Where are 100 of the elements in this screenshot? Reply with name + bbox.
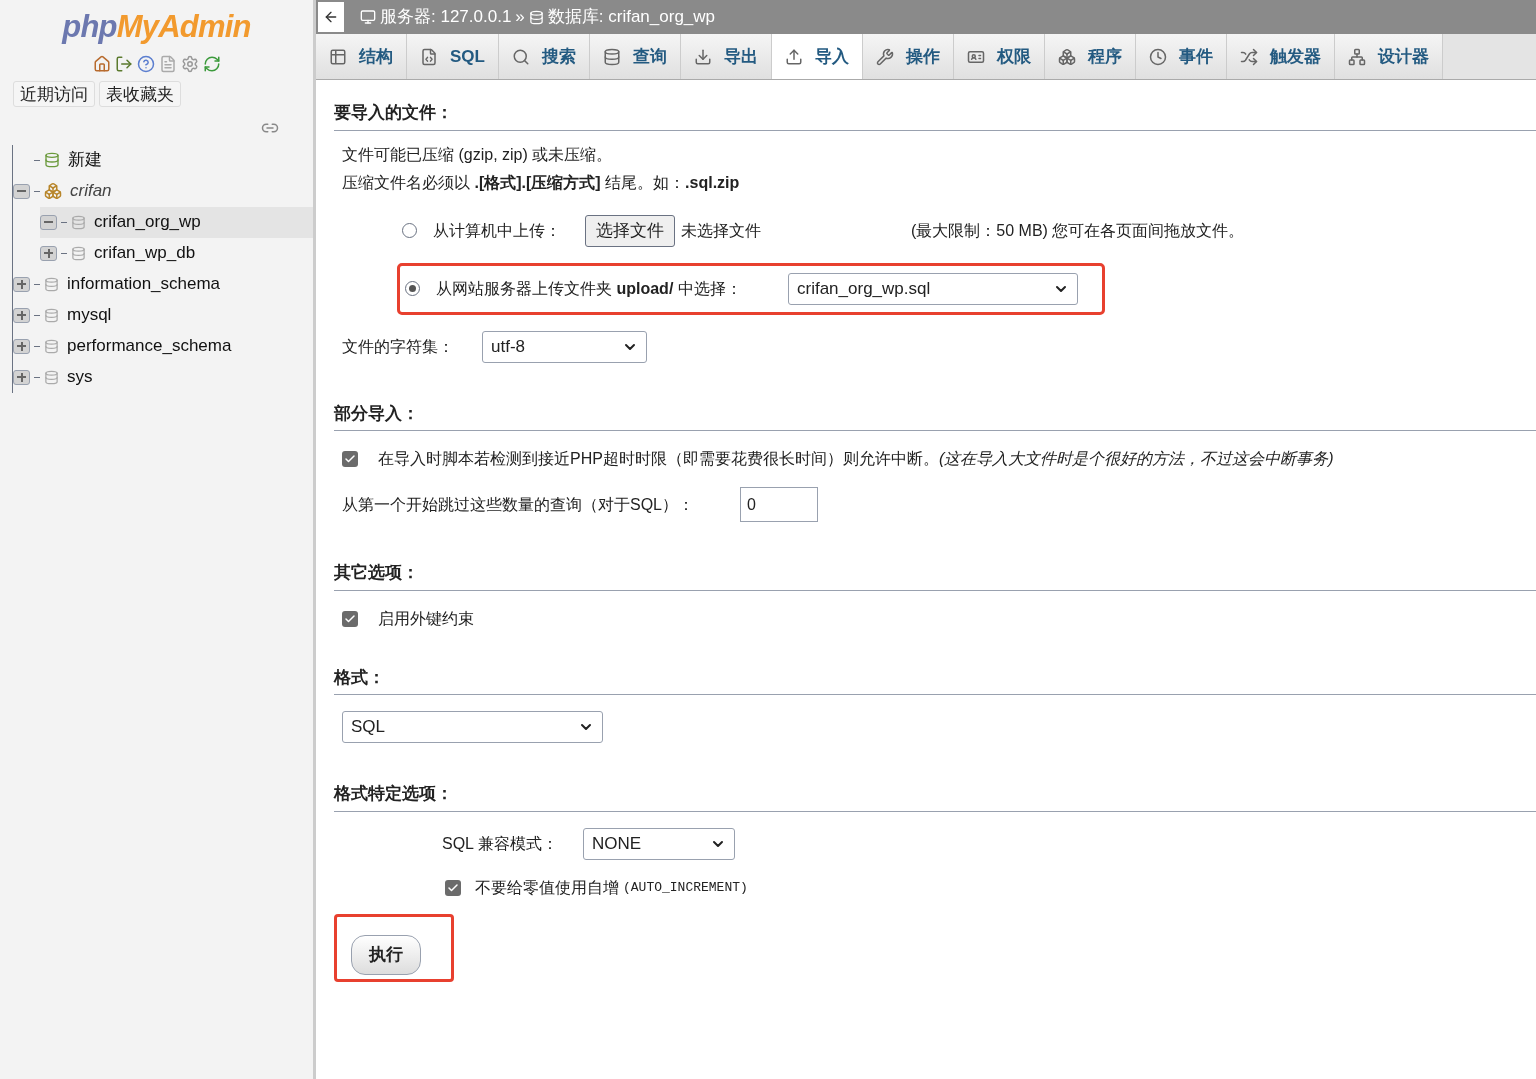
document-icon [420, 47, 438, 66]
back-button[interactable] [318, 2, 344, 32]
skip-count-field[interactable]: 0 [740, 487, 818, 522]
radio-button[interactable] [405, 281, 420, 296]
sidebar-button[interactable]: 表收藏夹 [99, 80, 181, 107]
diagram-icon [1347, 47, 1366, 66]
help-icon[interactable] [136, 54, 155, 73]
tab[interactable]: 查询 [589, 34, 681, 79]
checkbox[interactable] [342, 451, 358, 467]
note-text: 压缩文件名必须以 .[格式].[压缩方式] 结尾。如：.sql.zip [342, 172, 741, 193]
tree-label: mysql [67, 304, 112, 327]
compat-mode-select[interactable]: NONE [583, 827, 735, 860]
export-icon [693, 47, 712, 66]
tree-label: crifan_org_wp [94, 211, 201, 234]
code-text: (AUTO_INCREMENT) [623, 878, 748, 897]
database-icon [44, 307, 59, 323]
settings-icon[interactable] [180, 54, 199, 73]
arrow-left-icon [323, 9, 339, 25]
radio-label: 从计算机中上传： [433, 220, 561, 241]
tree-label: sys [67, 366, 93, 389]
file-status: 未选择文件 [681, 220, 761, 241]
collapse-icon[interactable] [40, 214, 57, 230]
choose-file-button[interactable]: 选择文件 [585, 214, 675, 247]
tab[interactable]: SQL [407, 34, 499, 79]
clock-icon [1148, 47, 1167, 66]
field-label: SQL 兼容模式： [442, 833, 559, 854]
tree-label: crifan [70, 180, 112, 203]
format-select[interactable]: SQL [342, 711, 603, 743]
tree-item[interactable]: performance_schema [13, 330, 313, 362]
cylinder-icon [602, 47, 621, 66]
section-title: 部分导入： [334, 403, 419, 423]
tree-item[interactable]: sys [13, 361, 313, 393]
check-icon [447, 881, 459, 894]
tab[interactable]: 导入 [771, 34, 863, 79]
radio-button[interactable] [402, 223, 417, 238]
note-text: 文件可能已压缩 (gzip, zip) 或未压缩。 [342, 144, 614, 165]
box-icon [44, 182, 62, 200]
section-title: 格式特定选项： [334, 784, 453, 803]
home-icon[interactable] [92, 54, 111, 73]
checkbox[interactable] [445, 879, 461, 896]
checkbox-label: 在导入时脚本若检测到接近PHP超时时限（即需要花费很长时间）则允许中断。(这在导入大文件时是个很好的方法，不过这会中断事务) [378, 449, 1334, 469]
import-icon [784, 47, 803, 66]
expand-icon[interactable] [13, 369, 30, 385]
section-title: 格式： [334, 667, 385, 687]
reload-icon[interactable] [202, 54, 221, 73]
checkbox-label: 启用外键约束 [378, 608, 474, 629]
size-limit-text: (最大限制：50 MB) 您可在各页面间拖放文件。 [911, 220, 1245, 241]
field-label: 文件的字符集： [342, 336, 455, 357]
radio-label: 从网站服务器上传文件夹 upload/ 中选择： [436, 278, 743, 299]
expand-icon[interactable] [40, 245, 57, 261]
checkbox-label: 不要给零值使用自增 [475, 877, 619, 898]
database-icon [71, 214, 86, 230]
database-icon [44, 276, 59, 292]
tree-label: information_schema [67, 273, 221, 296]
breadcrumb-separator: » [515, 6, 525, 29]
tab[interactable]: 操作 [862, 34, 954, 79]
check-icon [344, 453, 356, 465]
database-icon [44, 369, 59, 385]
field-label: 从第一个开始跳过这些数量的查询（对于SQL）： [342, 494, 695, 515]
expand-icon[interactable] [13, 276, 30, 292]
tab[interactable]: 搜索 [498, 34, 590, 79]
tree-item[interactable]: crifan_wp_db [40, 237, 313, 269]
expand-icon[interactable] [13, 338, 30, 354]
checkbox[interactable] [342, 610, 358, 627]
tree-label: 新建 [68, 149, 102, 172]
tab[interactable]: 导出 [680, 34, 772, 79]
search-icon [511, 47, 530, 66]
go-button[interactable]: 执行 [351, 934, 421, 975]
wrench-icon [875, 47, 894, 66]
logo[interactable]: phpMyAdmin [62, 4, 251, 51]
shuffle-icon [1239, 47, 1258, 66]
collapse-icon[interactable] [13, 183, 30, 199]
tree-item[interactable]: 新建 [13, 144, 313, 176]
check-icon [344, 612, 356, 625]
tab[interactable]: 权限 [953, 34, 1045, 79]
expand-icon[interactable] [13, 307, 30, 323]
tab[interactable]: 设计器 [1334, 34, 1443, 79]
charset-select[interactable]: utf-8 [482, 330, 647, 363]
tree-label: performance_schema [67, 335, 232, 358]
tab[interactable]: 结构 [316, 34, 407, 79]
table-icon [329, 47, 347, 66]
server-file-select[interactable]: crifan_org_wp.sql [788, 272, 1078, 305]
tree-item[interactable]: crifan [13, 175, 313, 207]
tab[interactable]: 程序 [1044, 34, 1136, 79]
server-icon [360, 9, 376, 25]
section-title: 其它选项： [334, 563, 419, 582]
tab[interactable]: 触发器 [1226, 34, 1335, 79]
exit-icon[interactable] [114, 54, 133, 73]
new-database-icon [44, 152, 60, 168]
database-icon [528, 9, 544, 25]
tree-item[interactable]: mysql [13, 299, 313, 331]
database-icon [44, 338, 59, 354]
tab[interactable]: 事件 [1135, 34, 1227, 79]
database-icon [71, 245, 86, 261]
tree-label: crifan_wp_db [94, 242, 196, 265]
section-title: 要导入的文件： [334, 103, 453, 122]
cubes-icon [1057, 47, 1076, 66]
tree-item[interactable]: information_schema [13, 268, 313, 300]
tree-item[interactable]: crifan_org_wp [40, 206, 313, 238]
sidebar-button[interactable]: 近期访问 [13, 80, 95, 107]
